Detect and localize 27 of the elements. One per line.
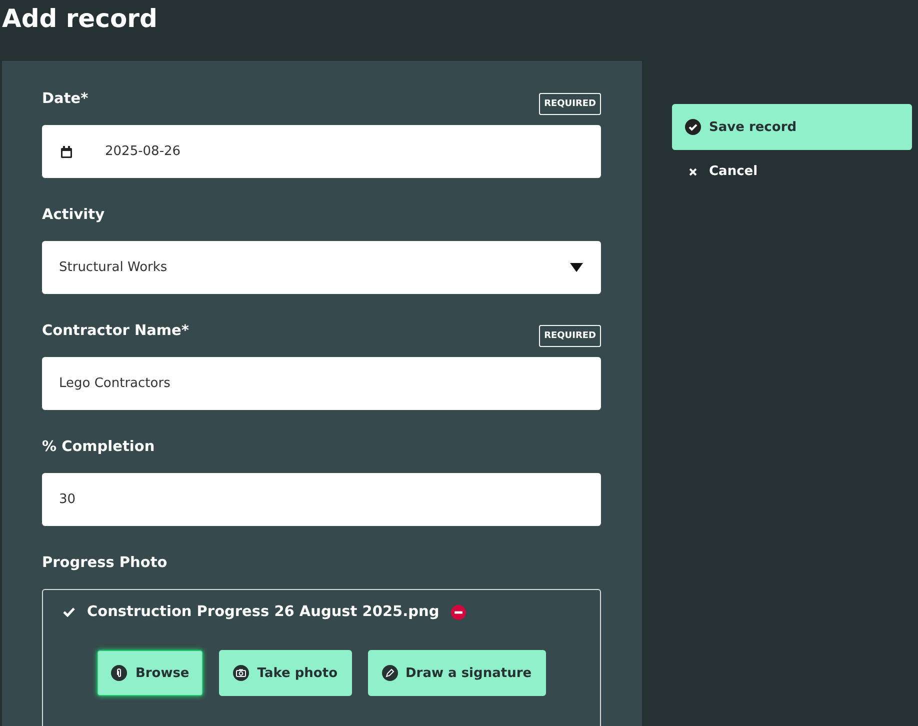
input-field[interactable]: 30 xyxy=(42,473,601,526)
field-label: Activity xyxy=(42,207,105,223)
date-field[interactable]: 2025-08-26 xyxy=(42,125,601,178)
activity-dropdown[interactable]: Structural Works xyxy=(42,241,601,294)
caret-icon xyxy=(570,263,583,272)
take-photo-button[interactable]: Take photo xyxy=(219,650,352,696)
remove-icon[interactable] xyxy=(451,604,466,620)
close-icon xyxy=(689,168,697,176)
field-label: Date* xyxy=(42,91,88,107)
pen-icon xyxy=(382,665,398,681)
field-label: % Completion xyxy=(42,439,155,455)
field-label: Contractor Name* xyxy=(42,323,189,339)
input-field[interactable]: Lego Contractors xyxy=(42,357,601,410)
required-badge: REQUIRED xyxy=(539,325,601,347)
file-name: Construction Progress 26 August 2025.png xyxy=(87,604,440,620)
checkmark-icon xyxy=(63,607,75,617)
page-title: Add record xyxy=(1,3,158,35)
browse-button[interactable]: Browse xyxy=(97,650,204,696)
paperclip-icon xyxy=(111,665,128,681)
calendar-icon xyxy=(61,146,72,158)
cancel-button[interactable]: Cancel xyxy=(672,164,775,179)
save-button[interactable]: Save record xyxy=(672,104,912,150)
required-badge: REQUIRED xyxy=(539,93,601,115)
field-label: Progress Photo xyxy=(42,555,168,571)
check-circle-icon xyxy=(685,119,701,135)
draw-signature-button[interactable]: Draw a signature xyxy=(368,650,546,696)
camera-icon xyxy=(233,665,250,681)
